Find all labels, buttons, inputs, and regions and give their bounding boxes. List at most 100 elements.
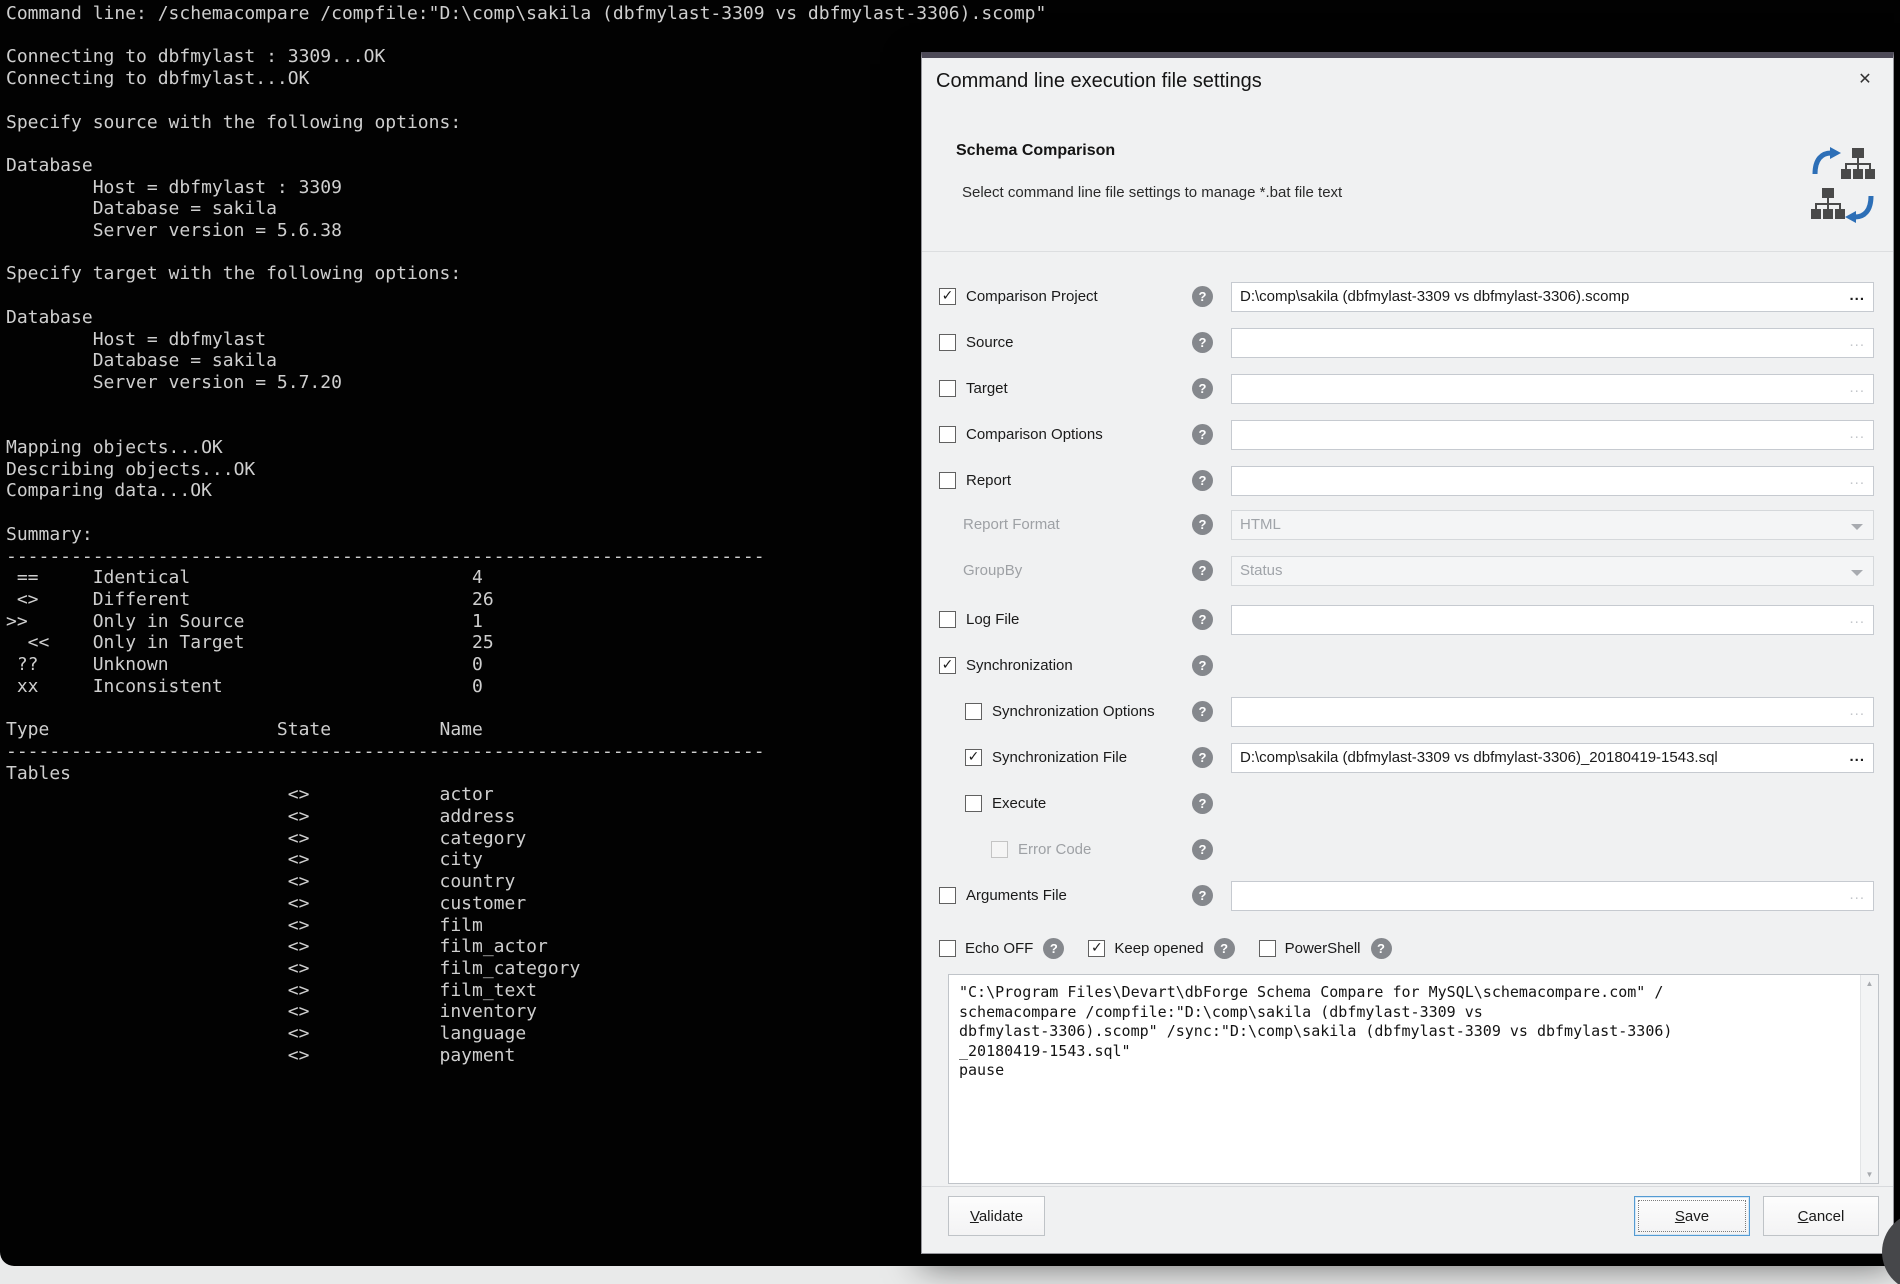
bat-file-text-box[interactable]: "C:\Program Files\Devart\dbForge Schema … xyxy=(948,974,1879,1184)
label-echo-off: Echo OFF xyxy=(965,934,1033,964)
row-comparison-project: ✓ Comparison Project? D:\comp\sakila (dbfm… xyxy=(922,282,1893,312)
help-icon-error-code[interactable]: ? xyxy=(1192,839,1213,860)
scroll-down-icon[interactable]: ▼ xyxy=(1861,1170,1878,1179)
input-target[interactable]: ... xyxy=(1231,374,1874,404)
help-icon-powershell[interactable]: ? xyxy=(1371,938,1392,959)
row-source: Source?... xyxy=(922,328,1893,358)
checkbox-synchronization[interactable]: ✓ xyxy=(939,657,956,674)
chevron-down-icon xyxy=(1851,524,1863,530)
row-synchronization-options: Synchronization Options?... xyxy=(922,697,1893,727)
schema-comparison-sync-icon xyxy=(1809,146,1877,224)
validate-button[interactable]: Validate xyxy=(948,1196,1045,1236)
label-source: Source xyxy=(966,328,1014,358)
help-icon-synchronization-options[interactable]: ? xyxy=(1192,701,1213,722)
checkbox-keep-opened[interactable]: ✓ xyxy=(1088,940,1105,957)
browse-button-synchronization-file[interactable]: ... xyxy=(1849,744,1865,769)
option-group-powershell: PowerShell? xyxy=(1259,934,1392,964)
help-icon-comparison-project[interactable]: ? xyxy=(1192,286,1213,307)
combo-groupby: Status xyxy=(1231,556,1874,586)
scroll-up-icon[interactable]: ▲ xyxy=(1861,979,1878,988)
checkbox-powershell[interactable] xyxy=(1259,940,1276,957)
row-arguments-file: Arguments File?... xyxy=(922,881,1893,911)
help-icon-synchronization[interactable]: ? xyxy=(1192,655,1213,676)
checkbox-synchronization-file[interactable]: ✓ xyxy=(965,749,982,766)
checkbox-arguments-file[interactable] xyxy=(939,887,956,904)
help-icon-arguments-file[interactable]: ? xyxy=(1192,885,1213,906)
browse-button-log-file[interactable]: ... xyxy=(1849,606,1865,631)
help-icon-execute[interactable]: ? xyxy=(1192,793,1213,814)
row-report: Report?... xyxy=(922,466,1893,496)
screen: Command line: /schemacompare /compfile:"… xyxy=(0,0,1900,1284)
browse-button-report[interactable]: ... xyxy=(1849,467,1865,492)
checkbox-echo-off[interactable] xyxy=(939,940,956,957)
browse-button-comparison-options[interactable]: ... xyxy=(1849,421,1865,446)
bat-options-row: Echo OFF?✓Keep opened?PowerShell? xyxy=(939,934,1416,964)
help-icon-report-format[interactable]: ? xyxy=(1192,514,1213,535)
label-comparison-options: Comparison Options xyxy=(966,420,1103,450)
label-execute: Execute xyxy=(992,789,1046,819)
help-icon-comparison-options[interactable]: ? xyxy=(1192,424,1213,445)
field-value-groupby: Status xyxy=(1240,562,1283,579)
input-arguments-file[interactable]: ... xyxy=(1231,881,1874,911)
input-comparison-options[interactable]: ... xyxy=(1231,420,1874,450)
row-error-code: Error Code? xyxy=(922,835,1893,865)
browse-button-target[interactable]: ... xyxy=(1849,375,1865,400)
help-icon-source[interactable]: ? xyxy=(1192,332,1213,353)
label-groupby: GroupBy xyxy=(963,556,1022,586)
option-group-keep-opened: ✓ Keep opened? xyxy=(1088,934,1234,964)
combo-report-format: HTML xyxy=(1231,510,1874,540)
row-execute: Execute? xyxy=(922,789,1893,819)
cancel-button[interactable]: Cancel xyxy=(1763,1196,1879,1236)
row-target: Target?... xyxy=(922,374,1893,404)
row-comparison-options: Comparison Options?... xyxy=(922,420,1893,450)
checkbox-target[interactable] xyxy=(939,380,956,397)
label-error-code: Error Code xyxy=(1018,835,1091,865)
input-comparison-project[interactable]: D:\comp\sakila (dbfmylast-3309 vs dbfmyl… xyxy=(1231,282,1874,312)
help-icon-log-file[interactable]: ? xyxy=(1192,609,1213,630)
input-report[interactable]: ... xyxy=(1231,466,1874,496)
help-icon-echo-off[interactable]: ? xyxy=(1043,938,1064,959)
checkbox-log-file[interactable] xyxy=(939,611,956,628)
label-log-file: Log File xyxy=(966,605,1019,635)
option-group-echo-off: Echo OFF? xyxy=(939,934,1064,964)
scrollbar[interactable]: ▲ ▼ xyxy=(1860,975,1878,1183)
input-synchronization-file[interactable]: D:\comp\sakila (dbfmylast-3309 vs dbfmyl… xyxy=(1231,743,1874,773)
label-arguments-file: Arguments File xyxy=(966,881,1067,911)
label-synchronization-options: Synchronization Options xyxy=(992,697,1155,727)
checkbox-synchronization-options[interactable] xyxy=(965,703,982,720)
browse-button-synchronization-options[interactable]: ... xyxy=(1849,698,1865,723)
section-subtitle: Select command line file settings to man… xyxy=(962,184,1342,201)
input-synchronization-options[interactable]: ... xyxy=(1231,697,1874,727)
checkbox-source[interactable] xyxy=(939,334,956,351)
checkbox-report[interactable] xyxy=(939,472,956,489)
input-log-file[interactable]: ... xyxy=(1231,605,1874,635)
close-icon[interactable]: ✕ xyxy=(1853,68,1877,92)
browse-button-arguments-file[interactable]: ... xyxy=(1849,882,1865,907)
save-button[interactable]: Save xyxy=(1634,1196,1750,1236)
label-keep-opened: Keep opened xyxy=(1114,934,1203,964)
dialog-command-line-execution-file-settings: Command line execution file settings ✕ S… xyxy=(921,52,1894,1254)
browse-button-source[interactable]: ... xyxy=(1849,329,1865,354)
checkbox-comparison-project[interactable]: ✓ xyxy=(939,288,956,305)
field-value-report-format: HTML xyxy=(1240,516,1281,533)
help-icon-groupby[interactable]: ? xyxy=(1192,560,1213,581)
bat-file-text: "C:\Program Files\Devart\dbForge Schema … xyxy=(959,983,1852,1081)
browse-button-comparison-project[interactable]: ... xyxy=(1849,283,1865,308)
help-icon-target[interactable]: ? xyxy=(1192,378,1213,399)
label-comparison-project: Comparison Project xyxy=(966,282,1098,312)
help-icon-synchronization-file[interactable]: ? xyxy=(1192,747,1213,768)
input-source[interactable]: ... xyxy=(1231,328,1874,358)
label-report-format: Report Format xyxy=(963,510,1060,540)
field-value-synchronization-file: D:\comp\sakila (dbfmylast-3309 vs dbfmyl… xyxy=(1240,749,1718,766)
label-powershell: PowerShell xyxy=(1285,934,1361,964)
help-icon-keep-opened[interactable]: ? xyxy=(1214,938,1235,959)
checkbox-execute[interactable] xyxy=(965,795,982,812)
section-title: Schema Comparison xyxy=(956,142,1115,160)
help-icon-report[interactable]: ? xyxy=(1192,470,1213,491)
checkbox-comparison-options[interactable] xyxy=(939,426,956,443)
header-divider xyxy=(922,251,1893,252)
console-output: Command line: /schemacompare /compfile:"… xyxy=(6,3,1046,1066)
footer-divider xyxy=(922,1186,1893,1187)
label-target: Target xyxy=(966,374,1008,404)
label-synchronization: Synchronization xyxy=(966,651,1073,681)
